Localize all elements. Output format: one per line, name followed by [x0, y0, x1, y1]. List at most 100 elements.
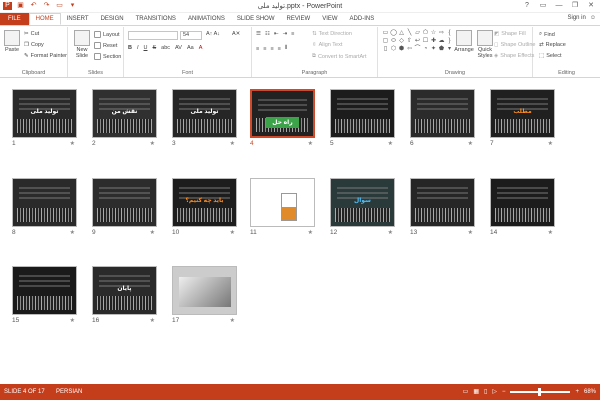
slide-thumbnail[interactable]: 5 ★	[330, 89, 395, 151]
tab-slide-show[interactable]: SLIDE SHOW	[231, 13, 281, 25]
shape-fill-button[interactable]: ◩ Shape Fill	[494, 31, 526, 37]
tab-animations[interactable]: ANIMATIONS	[182, 13, 231, 25]
tab-transitions[interactable]: TRANSITIONS	[130, 13, 182, 25]
font-size-field[interactable]: 54	[180, 31, 202, 40]
smiley-icon[interactable]: ☺	[590, 15, 596, 21]
minimize-button[interactable]: —	[552, 1, 566, 11]
transition-star-icon[interactable]: ★	[308, 140, 313, 147]
sign-in-link[interactable]: Sign in	[568, 15, 586, 21]
transition-star-icon[interactable]: ★	[230, 229, 235, 236]
transition-star-icon[interactable]: ★	[230, 317, 235, 324]
find-button[interactable]: ⌕ Find	[539, 31, 555, 38]
increase-indent-icon[interactable]: ⇥	[282, 31, 287, 37]
clear-format-icon[interactable]: A✕	[232, 31, 240, 37]
slide-thumbnail[interactable]: 17 ★	[172, 266, 237, 328]
slide-thumbnail[interactable]: پایان 16 ★	[92, 266, 157, 328]
columns-icon[interactable]: ⫴	[285, 45, 287, 52]
bold-icon[interactable]: B	[128, 45, 132, 51]
transition-star-icon[interactable]: ★	[308, 229, 313, 236]
tab-file[interactable]: FILE	[0, 13, 29, 25]
transition-star-icon[interactable]: ★	[150, 317, 155, 324]
slide-thumbnail[interactable]: 9 ★	[92, 178, 157, 240]
ribbon-display-icon[interactable]: ▭	[536, 1, 550, 11]
slide-thumbnail[interactable]: سوال 12 ★	[330, 178, 395, 240]
reading-view-icon[interactable]: ▯	[484, 384, 487, 400]
zoom-slider[interactable]	[510, 388, 571, 396]
tab-insert[interactable]: INSERT	[61, 13, 95, 25]
zoom-out-icon[interactable]: −	[502, 384, 506, 400]
align-center-icon[interactable]: ≡	[263, 46, 266, 52]
char-spacing-icon[interactable]: AV	[175, 45, 182, 51]
align-text-button[interactable]: ⇳ Align Text	[312, 42, 342, 48]
layout-button[interactable]: Layout	[94, 31, 120, 38]
font-size-grow-icon[interactable]: A↑ A↓	[206, 31, 220, 37]
close-button[interactable]: ✕	[584, 1, 598, 11]
new-slide-button[interactable]: New Slide	[71, 30, 93, 59]
arrange-button[interactable]: Arrange	[454, 30, 474, 53]
transition-star-icon[interactable]: ★	[548, 140, 553, 147]
transition-star-icon[interactable]: ★	[150, 229, 155, 236]
slide-sorter-view-icon[interactable]: ▦	[473, 384, 479, 400]
align-right-icon[interactable]: ≡	[270, 46, 273, 52]
select-button[interactable]: ⬚ Select	[539, 53, 562, 59]
align-left-icon[interactable]: ≡	[256, 46, 259, 52]
transition-star-icon[interactable]: ★	[548, 229, 553, 236]
underline-icon[interactable]: U	[144, 45, 148, 51]
slide-thumbnail[interactable]: مطلب 7 ★	[490, 89, 555, 151]
zoom-level[interactable]: 68%	[584, 384, 596, 400]
transition-star-icon[interactable]: ★	[388, 140, 393, 147]
slide-thumbnail[interactable]: 15 ★	[12, 266, 77, 328]
text-direction-button[interactable]: ⇅ Text Direction	[312, 31, 352, 37]
shadow-icon[interactable]: abc	[161, 45, 170, 51]
slideshow-view-icon[interactable]: ▷	[492, 384, 497, 400]
zoom-in-icon[interactable]: +	[575, 384, 579, 400]
tab-view[interactable]: VIEW	[316, 13, 343, 25]
transition-star-icon[interactable]: ★	[230, 140, 235, 147]
tab-design[interactable]: DESIGN	[95, 13, 130, 25]
transition-star-icon[interactable]: ★	[468, 140, 473, 147]
bullets-icon[interactable]: ☰	[256, 31, 261, 37]
shapes-gallery[interactable]: ▭ ◯ △ ╲ ▱ ⬠ ☆ ⇨{ ▢ ⬭ ◇ ⇧ ↩ ☐ ✚ ☁} ▯ ⬡ ⬢ ⇦ ⌒ ◔ ✦ ⬟ ▾	[382, 30, 452, 64]
help-button[interactable]: ?	[520, 1, 534, 11]
tab-home[interactable]: HOME	[28, 13, 61, 25]
italic-icon[interactable]: I	[137, 45, 139, 51]
transition-star-icon[interactable]: ★	[150, 140, 155, 147]
slide-thumbnail[interactable]: 8 ★	[12, 178, 77, 240]
restore-button[interactable]: ❐	[568, 1, 582, 11]
normal-view-icon[interactable]: ▭	[463, 384, 469, 400]
numbering-icon[interactable]: ☷	[265, 31, 270, 37]
justify-icon[interactable]: ≡	[278, 46, 281, 52]
change-case-icon[interactable]: Aa	[187, 45, 194, 51]
format-painter-button[interactable]: ✎ Format Painter	[24, 53, 67, 59]
slide-thumbnail[interactable]: 14 ★	[490, 178, 555, 240]
replace-button[interactable]: ⇄ Replace	[539, 42, 566, 48]
slide-thumbnail[interactable]: تولید ملی 3 ★	[172, 89, 237, 151]
tab-review[interactable]: REVIEW	[281, 13, 317, 25]
slide-thumbnail[interactable]: 13 ★	[410, 178, 475, 240]
shape-outline-button[interactable]: ◻ Shape Outline	[494, 42, 535, 48]
slide-thumbnail[interactable]: تولید ملی 1 ★	[12, 89, 77, 151]
transition-star-icon[interactable]: ★	[468, 229, 473, 236]
slide-thumbnail[interactable]: 6 ★	[410, 89, 475, 151]
font-name-field[interactable]	[128, 31, 178, 40]
decrease-indent-icon[interactable]: ⇤	[274, 31, 279, 37]
transition-star-icon[interactable]: ★	[388, 229, 393, 236]
shape-effects-button[interactable]: ◈ Shape Effects	[494, 53, 534, 59]
section-button[interactable]: Section	[94, 53, 121, 60]
transition-star-icon[interactable]: ★	[70, 229, 75, 236]
strikethrough-icon[interactable]: S	[153, 45, 157, 51]
convert-smartart-button[interactable]: ⧉ Convert to SmartArt	[312, 53, 367, 60]
slide-thumbnail[interactable]: راه حل 4 ★	[250, 89, 315, 151]
slide-thumbnail[interactable]: باید چه کنیم؟ 10 ★	[172, 178, 237, 240]
line-spacing-icon[interactable]: ≡	[291, 31, 294, 37]
transition-star-icon[interactable]: ★	[70, 140, 75, 147]
copy-button[interactable]: ❐ Copy	[24, 42, 44, 48]
cut-button[interactable]: ✂ Cut	[24, 31, 39, 37]
language-indicator[interactable]: PERSIAN	[56, 384, 82, 400]
slide-thumbnail[interactable]: نقش من 2 ★	[92, 89, 157, 151]
paste-button[interactable]: Paste	[3, 30, 21, 53]
quick-styles-button[interactable]: Quick Styles	[476, 30, 494, 59]
tab-add-ins[interactable]: ADD-INS	[344, 13, 381, 25]
font-color-icon[interactable]: A	[199, 45, 203, 51]
reset-button[interactable]: Reset	[94, 42, 117, 49]
